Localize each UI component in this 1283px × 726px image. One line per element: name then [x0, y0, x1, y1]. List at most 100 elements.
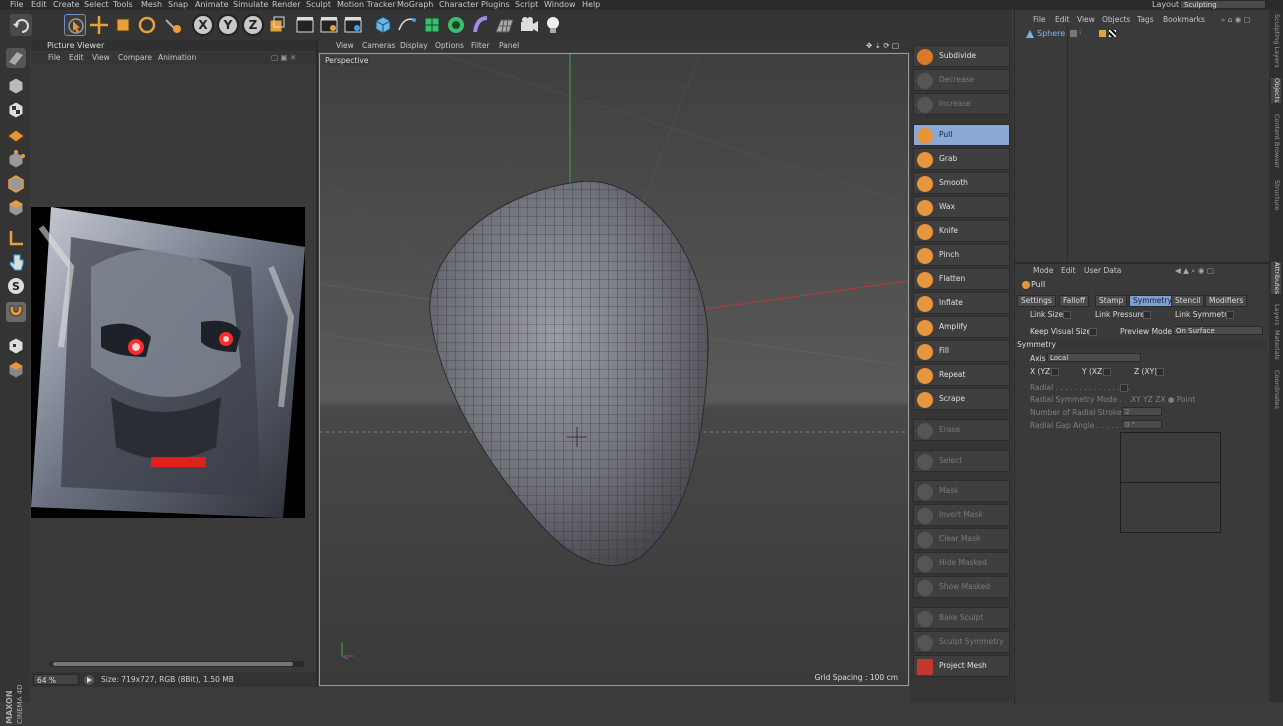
inflate-button[interactable]: Inflate — [913, 292, 1010, 314]
camera-button[interactable] — [518, 14, 540, 36]
menu-help[interactable]: Help — [582, 0, 600, 10]
tab-settings[interactable]: Settings — [1017, 295, 1056, 307]
axis-x-lock[interactable]: X — [192, 14, 214, 36]
viewport-canvas[interactable]: Perspective Grid Spacing : 100 cm — [319, 53, 909, 686]
om-menu-edit[interactable]: Edit — [1055, 14, 1070, 26]
model-mode-button[interactable] — [6, 76, 26, 96]
menu-file[interactable]: File — [10, 0, 23, 10]
vp-menu-options[interactable]: Options — [435, 40, 464, 52]
amplify-button[interactable]: Amplify — [913, 316, 1010, 338]
menu-character[interactable]: Character — [439, 0, 479, 10]
attr-menu-user-data[interactable]: User Data — [1084, 266, 1121, 276]
render-picture-viewer-button[interactable] — [318, 14, 340, 36]
tab-stencil[interactable]: Stencil — [1171, 295, 1205, 307]
menu-simulate[interactable]: Simulate — [233, 0, 268, 10]
om-menu-tags[interactable]: Tags — [1137, 14, 1154, 26]
erase-button[interactable]: Erase — [913, 419, 1010, 441]
tab-falloff[interactable]: Falloff — [1059, 295, 1090, 307]
pv-menu-animation[interactable]: Animation — [158, 52, 196, 64]
vtab-attributes[interactable]: Attributes — [1271, 262, 1281, 295]
om-toolbar-icons[interactable]: ⌕ ⌂ ◉ ▢ — [1221, 14, 1251, 26]
vp-menu-panel[interactable]: Panel — [499, 40, 519, 52]
scrape-button[interactable]: Scrape — [913, 388, 1010, 410]
vtab-content-browser[interactable]: Content Browser — [1271, 114, 1281, 168]
axis-select[interactable]: Local — [1047, 353, 1141, 362]
rotate-button[interactable] — [136, 14, 158, 36]
vtab-structure[interactable]: Structure — [1271, 180, 1281, 210]
knife-button[interactable]: Knife — [913, 220, 1010, 242]
menu-script[interactable]: Script — [515, 0, 538, 10]
subdivide-button[interactable]: Subdivide — [913, 45, 1010, 67]
axis-mode-button[interactable] — [6, 228, 26, 248]
show-masked-button[interactable]: Show Masked — [913, 576, 1010, 598]
vp-menu-display[interactable]: Display — [400, 40, 428, 52]
camera-label[interactable]: Perspective — [323, 56, 371, 65]
pinch-button[interactable]: Pinch — [913, 244, 1010, 266]
preview-mode-select[interactable]: On Surface — [1173, 326, 1263, 335]
decrease-button[interactable]: Decrease — [913, 69, 1010, 91]
invert-mask-button[interactable]: Invert Mask — [913, 504, 1010, 526]
render-view-button[interactable] — [294, 14, 316, 36]
menu-render[interactable]: Render — [272, 0, 300, 10]
vp-menu-cameras[interactable]: Cameras — [362, 40, 395, 52]
keep-visual-size-checkbox[interactable] — [1089, 328, 1097, 336]
object-name[interactable]: Sphere — [1037, 28, 1065, 40]
pull-button[interactable]: Pull — [913, 124, 1010, 146]
enable-snap-button[interactable] — [6, 302, 26, 322]
vtab-layers[interactable]: Layers — [1271, 304, 1281, 326]
symmetry-section-header[interactable]: Symmetry — [1017, 340, 1267, 350]
layout-select[interactable]: Sculpting — [1180, 0, 1266, 9]
radial-checkbox[interactable] — [1120, 384, 1128, 392]
repeat-button[interactable]: Repeat — [913, 364, 1010, 386]
om-menu-view[interactable]: View — [1077, 14, 1095, 26]
pv-menu-edit[interactable]: Edit — [69, 52, 84, 64]
render-settings-button[interactable] — [342, 14, 364, 36]
workplane-mode-button[interactable] — [6, 124, 26, 144]
menu-create[interactable]: Create — [53, 0, 80, 10]
increase-button[interactable]: Increase — [913, 93, 1010, 115]
polygons-mode-button[interactable] — [6, 198, 26, 218]
picture-viewer-scrollbar[interactable] — [49, 661, 304, 667]
visibility-dots-icon[interactable]: ⁝ — [1079, 29, 1081, 37]
vtab-materials[interactable]: Materials — [1271, 330, 1281, 360]
menu-plugins[interactable]: Plugins — [481, 0, 510, 10]
mask-button[interactable]: Mask — [913, 480, 1010, 502]
z-xy-checkbox[interactable] — [1156, 368, 1164, 376]
pv-menu-view[interactable]: View — [92, 52, 110, 64]
floor-button[interactable] — [494, 14, 516, 36]
pv-menu-compare[interactable]: Compare — [118, 52, 152, 64]
spline-pen-button[interactable] — [396, 14, 418, 36]
menu-tools[interactable]: Tools — [113, 0, 133, 10]
radial-strokes-input[interactable]: 2 — [1122, 407, 1162, 416]
flatten-button[interactable]: Flatten — [913, 268, 1010, 290]
menu-animate[interactable]: Animate — [195, 0, 229, 10]
menu-motion-tracker[interactable]: Motion Tracker — [337, 0, 396, 10]
link-symmetry-checkbox[interactable] — [1226, 311, 1234, 319]
axis-y-lock[interactable]: Y — [217, 14, 239, 36]
layer-icon[interactable] — [1070, 30, 1077, 37]
recent-tools-button[interactable] — [162, 14, 184, 36]
link-pressure-checkbox[interactable] — [1143, 311, 1151, 319]
fill-button[interactable]: Fill — [913, 340, 1010, 362]
menu-sculpt[interactable]: Sculpt — [306, 0, 331, 10]
live-selection-button[interactable] — [64, 14, 86, 36]
hide-masked-button[interactable]: Hide Masked — [913, 552, 1010, 574]
attr-menu-edit[interactable]: Edit — [1061, 266, 1076, 276]
vp-menu-filter[interactable]: Filter — [471, 40, 490, 52]
menu-mesh[interactable]: Mesh — [141, 0, 162, 10]
y-xz-checkbox[interactable] — [1103, 368, 1111, 376]
vtab-objects[interactable]: Objects — [1271, 78, 1281, 103]
link-size-checkbox[interactable] — [1063, 311, 1071, 319]
radial-symmetry-mode-options[interactable]: XY YZ ZX ● Point — [1131, 395, 1195, 404]
vtab-sculpting-layers[interactable]: Sculpting Layers — [1271, 14, 1281, 68]
cloner-button[interactable] — [445, 14, 467, 36]
deformer-button[interactable] — [470, 14, 492, 36]
x-yz-checkbox[interactable] — [1051, 368, 1059, 376]
move-button[interactable] — [88, 14, 110, 36]
edges-mode-button[interactable] — [6, 174, 26, 194]
vtab-coordinates[interactable]: Coordinates — [1271, 370, 1281, 409]
pv-window-controls-icon[interactable]: ▢ ▣ ✕ — [271, 52, 296, 64]
make-editable-button[interactable] — [6, 48, 26, 68]
tab-modifiers[interactable]: Modifiers — [1205, 295, 1248, 307]
axis-z-lock[interactable]: Z — [242, 14, 264, 36]
